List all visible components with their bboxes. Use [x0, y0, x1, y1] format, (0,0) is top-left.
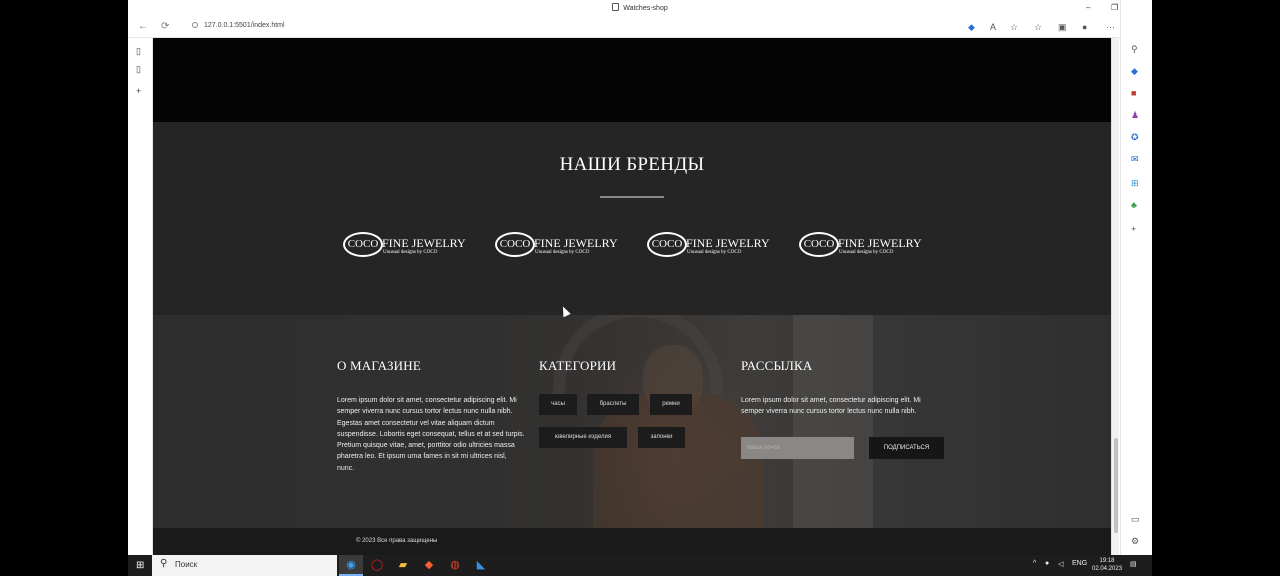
read-aloud-icon[interactable]: A: [990, 22, 996, 32]
address-bar: ← ⟳ 127.0.0.1:5501/index.html ◆ A ☆ ☆ ▣ …: [128, 17, 1152, 38]
brand-tagline: Unusual designs by COCO: [383, 250, 438, 255]
about-title: О МАГАЗИНЕ: [337, 358, 421, 373]
volume-icon[interactable]: ◁: [1058, 560, 1063, 568]
page-viewport: НАШИ БРЕНДЫ COCO FINE JEWELRY Unusual de…: [153, 38, 1111, 555]
microphone-icon[interactable]: ●: [1045, 560, 1049, 567]
sidebar-tree-icon[interactable]: ♣: [1131, 200, 1137, 210]
windows-start-icon[interactable]: ⊞: [136, 560, 144, 571]
brand-logo[interactable]: COCO FINE JEWELRY Unusual designs by COC…: [343, 232, 471, 260]
tab-title: Watches-shop: [623, 5, 668, 12]
sidebar-add-icon[interactable]: +: [1131, 224, 1136, 234]
vertical-tabs-bar: ▯ ▯ +: [128, 38, 153, 555]
brand-name: FINE JEWELRY: [838, 236, 922, 250]
sidebar-outlook-icon[interactable]: ✉: [1131, 154, 1139, 165]
brand-mark: COCO: [495, 232, 535, 257]
subscribe-button[interactable]: ПОДПИСАТЬСЯ: [869, 437, 944, 459]
favorites-icon[interactable]: ☆: [1034, 22, 1042, 33]
chrome-app-icon[interactable]: ◍: [443, 555, 467, 576]
opera-app-icon[interactable]: ◯: [365, 555, 389, 576]
brand-logo[interactable]: COCO FINE JEWELRY Unusual designs by COC…: [799, 232, 927, 260]
notifications-icon[interactable]: ▤: [1130, 560, 1137, 568]
title-divider: [600, 196, 664, 198]
brand-mark: COCO: [343, 232, 383, 257]
brand-mark: COCO: [799, 232, 839, 257]
page-scrollbar[interactable]: [1111, 38, 1119, 555]
search-icon: ⚲: [160, 558, 168, 569]
brand-name: FINE JEWELRY: [534, 236, 618, 250]
back-button[interactable]: ←: [138, 21, 148, 32]
about-column: О МАГАЗИНЕ Lorem ipsum dolor sit amet, c…: [337, 358, 525, 474]
taskbar: ⊞ ⚲ Поиск ◉ ◯ ▰ ◆ ◍ ◣ ^ ● ◁ ENG 19:18 02…: [128, 555, 1152, 576]
browser-window: Watches-shop – ❐ ✕ ← ⟳ 127.0.0.1:5501/in…: [128, 0, 1152, 555]
brand-name: FINE JEWELRY: [382, 236, 466, 250]
category-tag[interactable]: ювелирные изделия: [539, 427, 627, 448]
sidebar-cart-icon[interactable]: ⊞: [1131, 178, 1139, 189]
vscode-app-icon[interactable]: ◣: [469, 555, 493, 576]
sidebar-shopping-icon[interactable]: ◆: [1131, 66, 1138, 77]
hero-section-bottom: [153, 38, 1111, 122]
brand-name: FINE JEWELRY: [686, 236, 770, 250]
brand-tagline: Unusual designs by COCO: [839, 250, 894, 255]
figma-app-icon[interactable]: ◆: [417, 555, 441, 576]
sidebar-settings-icon[interactable]: ⚙: [1131, 536, 1139, 547]
category-tag[interactable]: запонки: [638, 427, 685, 448]
brands-title: НАШИ БРЕНДЫ: [559, 154, 705, 175]
explorer-app-icon[interactable]: ▰: [391, 555, 415, 576]
restore-button[interactable]: ❐: [1111, 3, 1118, 12]
right-edge: ⚲ ◆ ■ ♟ ✪ ✉ ⊞ ♣ + ▭ ⚙: [1111, 0, 1152, 555]
brand-tagline: Unusual designs by COCO: [535, 250, 590, 255]
language-indicator[interactable]: ENG: [1072, 560, 1087, 567]
sidebar-layout-icon[interactable]: ▭: [1131, 514, 1140, 525]
clock-time: 19:18: [1099, 558, 1115, 564]
new-tab-icon[interactable]: +: [136, 86, 141, 96]
newsletter-column: РАССЫЛКА Lorem ipsum dolor sit amet, con…: [741, 358, 946, 468]
page-icon: [612, 3, 620, 11]
category-tag[interactable]: ремни: [650, 394, 692, 415]
edge-app-icon[interactable]: ◉: [339, 555, 363, 576]
minimize-button[interactable]: –: [1086, 3, 1090, 12]
sidebar-games-icon[interactable]: ♟: [1131, 110, 1139, 121]
brand-logo[interactable]: COCO FINE JEWELRY Unusual designs by COC…: [647, 232, 775, 260]
menu-icon[interactable]: ···: [1106, 22, 1115, 32]
categories-column: КАТЕГОРИИ часы браслеты ремни ювелирные …: [539, 358, 729, 488]
brand-mark: COCO: [647, 232, 687, 257]
url-field[interactable]: 127.0.0.1:5501/index.html: [192, 22, 285, 29]
clock-date: 02.04.2023: [1092, 566, 1123, 572]
collections-icon[interactable]: ▣: [1058, 22, 1067, 33]
info-icon[interactable]: [192, 22, 198, 28]
tab-page-icon[interactable]: ▯: [136, 64, 141, 75]
tab-actions-icon[interactable]: ▯: [136, 46, 141, 57]
sidebar-search-icon[interactable]: ⚲: [1131, 44, 1138, 55]
brand-logo[interactable]: COCO FINE JEWELRY Unusual designs by COC…: [495, 232, 623, 260]
favorite-star-icon[interactable]: ☆: [1010, 22, 1018, 33]
categories-title: КАТЕГОРИИ: [539, 358, 617, 373]
taskbar-clock[interactable]: 19:18 02.04.2023: [1092, 557, 1122, 573]
title-bar: Watches-shop – ❐ ✕: [128, 0, 1152, 17]
brand-tagline: Unusual designs by COCO: [687, 250, 742, 255]
sidebar-tools-icon[interactable]: ■: [1131, 88, 1136, 98]
email-input[interactable]: [741, 437, 854, 459]
profile-avatar-icon[interactable]: ●: [1082, 22, 1087, 32]
taskbar-search-placeholder: Поиск: [175, 560, 198, 569]
scrollbar-thumb[interactable]: [1114, 438, 1118, 533]
tray-chevron-icon[interactable]: ^: [1033, 560, 1036, 567]
category-tag[interactable]: часы: [539, 394, 577, 415]
newsletter-text: Lorem ipsum dolor sit amet, consectetur …: [741, 397, 921, 416]
copyright-text: © 2023 Все права защищены: [356, 538, 438, 544]
screen: Watches-shop – ❐ ✕ ← ⟳ 127.0.0.1:5501/in…: [0, 0, 1280, 576]
about-text: Lorem ipsum dolor sit amet, consectetur …: [337, 397, 525, 472]
window-title: Watches-shop: [128, 3, 1152, 12]
footer: О МАГАЗИНЕ Lorem ipsum dolor sit amet, c…: [153, 315, 1111, 528]
brands-section: НАШИ БРЕНДЫ COCO FINE JEWELRY Unusual de…: [153, 122, 1111, 315]
reload-button[interactable]: ⟳: [161, 21, 169, 32]
url-text: 127.0.0.1:5501/index.html: [204, 22, 285, 29]
taskbar-search[interactable]: ⚲ Поиск: [152, 555, 337, 576]
tag-icon[interactable]: ◆: [968, 22, 975, 33]
edge-sidebar: ⚲ ◆ ■ ♟ ✪ ✉ ⊞ ♣ + ▭ ⚙: [1120, 0, 1152, 555]
sidebar-office-icon[interactable]: ✪: [1131, 132, 1139, 143]
newsletter-title: РАССЫЛКА: [741, 358, 813, 373]
footer-bottom-bar: © 2023 Все права защищены: [153, 528, 1111, 555]
category-tag[interactable]: браслеты: [587, 394, 639, 415]
